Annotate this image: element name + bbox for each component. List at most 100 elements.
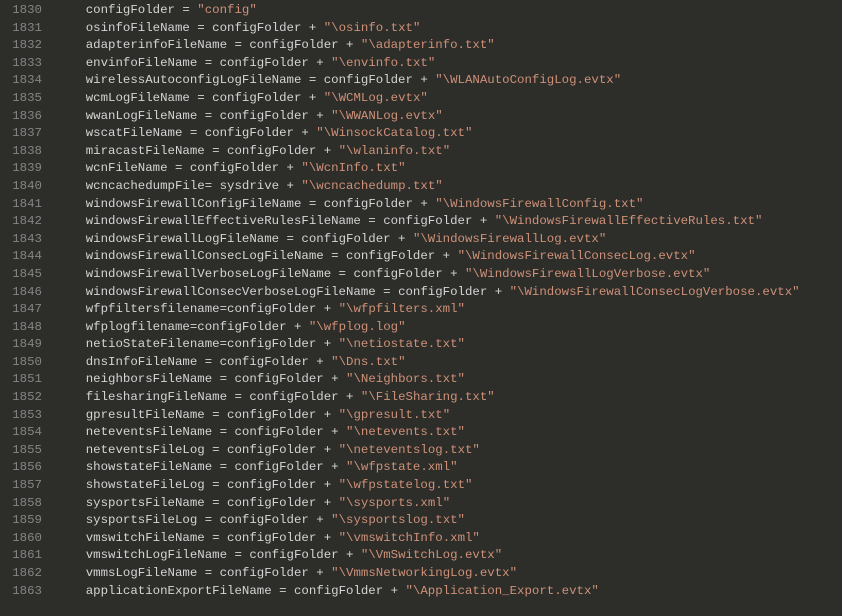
operator-plus: + (324, 372, 346, 386)
operator-plus: + (316, 144, 338, 158)
identifier: configFolder (234, 460, 323, 474)
operator-equals: = (205, 144, 227, 158)
string-literal: "\wfplog.log" (309, 320, 406, 334)
identifier: vmswitchLogFileName (86, 548, 227, 562)
identifier: configFolder (197, 320, 286, 334)
code-content: dnsInfoFileName = configFolder + "\Dns.t… (56, 354, 842, 372)
operator-equals: = (182, 126, 204, 140)
string-literal: "\osinfo.txt" (324, 21, 421, 35)
code-line: 1845 windowsFirewallVerboseLogFileName =… (0, 266, 842, 284)
code-line: 1830 configFolder = "config" (0, 2, 842, 20)
line-number: 1860 (0, 530, 56, 548)
identifier: configFolder (346, 249, 435, 263)
string-literal: "\WcnInfo.txt" (301, 161, 405, 175)
string-literal: "\sysports.xml" (339, 496, 451, 510)
code-content: envinfoFileName = configFolder + "\envin… (56, 55, 842, 73)
identifier: configFolder (249, 38, 338, 52)
identifier: configFolder (220, 109, 309, 123)
operator-equals: = (220, 337, 227, 351)
operator-equals: = (168, 161, 190, 175)
code-line: 1856 showstateFileName = configFolder + … (0, 459, 842, 477)
code-content: windowsFirewallLogFileName = configFolde… (56, 231, 842, 249)
line-number: 1840 (0, 178, 56, 196)
identifier: configFolder (86, 3, 175, 17)
operator-equals: = (212, 460, 234, 474)
operator-plus: + (316, 531, 338, 545)
code-line: 1862 vmmsLogFileName = configFolder + "\… (0, 565, 842, 583)
operator-equals: = (205, 408, 227, 422)
operator-equals: = (197, 109, 219, 123)
string-literal: "\WindowsFirewallEffectiveRules.txt" (495, 214, 763, 228)
line-number: 1837 (0, 125, 56, 143)
operator-plus: + (383, 584, 405, 598)
code-line: 1863 applicationExportFileName = configF… (0, 583, 842, 601)
code-line: 1854 neteventsFileName = configFolder + … (0, 424, 842, 442)
string-literal: "\neteventslog.txt" (339, 443, 480, 457)
operator-plus: + (316, 302, 338, 316)
code-content: windowsFirewallConsecLogFileName = confi… (56, 248, 842, 266)
line-number: 1834 (0, 72, 56, 90)
code-content: windowsFirewallConsecVerboseLogFileName … (56, 284, 842, 302)
line-number: 1839 (0, 160, 56, 178)
code-content: wcmLogFileName = configFolder + "\WCMLog… (56, 90, 842, 108)
code-editor[interactable]: 1830 configFolder = "config"1831 osinfoF… (0, 0, 842, 600)
operator-equals: = (205, 478, 227, 492)
identifier: configFolder (227, 408, 316, 422)
code-content: neteventsFileLog = configFolder + "\nete… (56, 442, 842, 460)
operator-plus: + (279, 161, 301, 175)
operator-equals: = (197, 566, 219, 580)
code-content: windowsFirewallVerboseLogFileName = conf… (56, 266, 842, 284)
identifier: windowsFirewallEffectiveRulesFileName (86, 214, 361, 228)
identifier: netioStateFilename (86, 337, 220, 351)
operator-plus: + (339, 38, 361, 52)
code-content: showstateFileName = configFolder + "\wfp… (56, 459, 842, 477)
line-number: 1838 (0, 143, 56, 161)
string-literal: "\netiostate.txt" (339, 337, 465, 351)
string-literal: "\WindowsFirewallLogVerbose.evtx" (465, 267, 710, 281)
code-content: wcncachedumpFile= sysdrive + "\wcncached… (56, 178, 842, 196)
code-line: 1832 adapterinfoFileName = configFolder … (0, 37, 842, 55)
identifier: miracastFileName (86, 144, 205, 158)
identifier: showstateFileLog (86, 478, 205, 492)
identifier: sysportsFileName (86, 496, 205, 510)
operator-plus: + (301, 21, 323, 35)
string-literal: "\VmmsNetworkingLog.evtx" (331, 566, 517, 580)
identifier: configFolder (220, 566, 309, 580)
string-literal: "\adapterinfo.txt" (361, 38, 495, 52)
code-content: configFolder = "config" (56, 2, 842, 20)
identifier: wcnFileName (86, 161, 168, 175)
code-line: 1841 windowsFirewallConfigFileName = con… (0, 196, 842, 214)
operator-equals: = (220, 302, 227, 316)
line-number: 1863 (0, 583, 56, 601)
identifier: wscatFileName (86, 126, 183, 140)
string-literal: "\WinsockCatalog.txt" (316, 126, 472, 140)
line-number: 1850 (0, 354, 56, 372)
identifier: configFolder (383, 214, 472, 228)
code-line: 1858 sysportsFileName = configFolder + "… (0, 495, 842, 513)
identifier: configFolder (227, 443, 316, 457)
identifier: configFolder (212, 91, 301, 105)
code-content: neteventsFileName = configFolder + "\net… (56, 424, 842, 442)
code-line: 1861 vmswitchLogFileName = configFolder … (0, 547, 842, 565)
identifier: configFolder (249, 548, 338, 562)
identifier: configFolder (234, 372, 323, 386)
operator-plus: + (279, 179, 301, 193)
line-number: 1852 (0, 389, 56, 407)
identifier: envinfoFileName (86, 56, 198, 70)
identifier: applicationExportFileName (86, 584, 272, 598)
identifier: configFolder (294, 584, 383, 598)
operator-equals: = (205, 496, 227, 510)
line-number: 1844 (0, 248, 56, 266)
operator-plus: + (309, 109, 331, 123)
line-number: 1836 (0, 108, 56, 126)
string-literal: "\WLANAutoConfigLog.evtx" (435, 73, 621, 87)
string-literal: "\wlaninfo.txt" (339, 144, 451, 158)
operator-equals: = (331, 267, 353, 281)
operator-equals: = (197, 355, 219, 369)
identifier: configFolder (227, 302, 316, 316)
identifier: wirelessAutoconfigLogFileName (86, 73, 302, 87)
identifier: wcncachedumpFile (86, 179, 205, 193)
identifier: neighborsFileName (86, 372, 212, 386)
line-number: 1833 (0, 55, 56, 73)
operator-plus: + (391, 232, 413, 246)
